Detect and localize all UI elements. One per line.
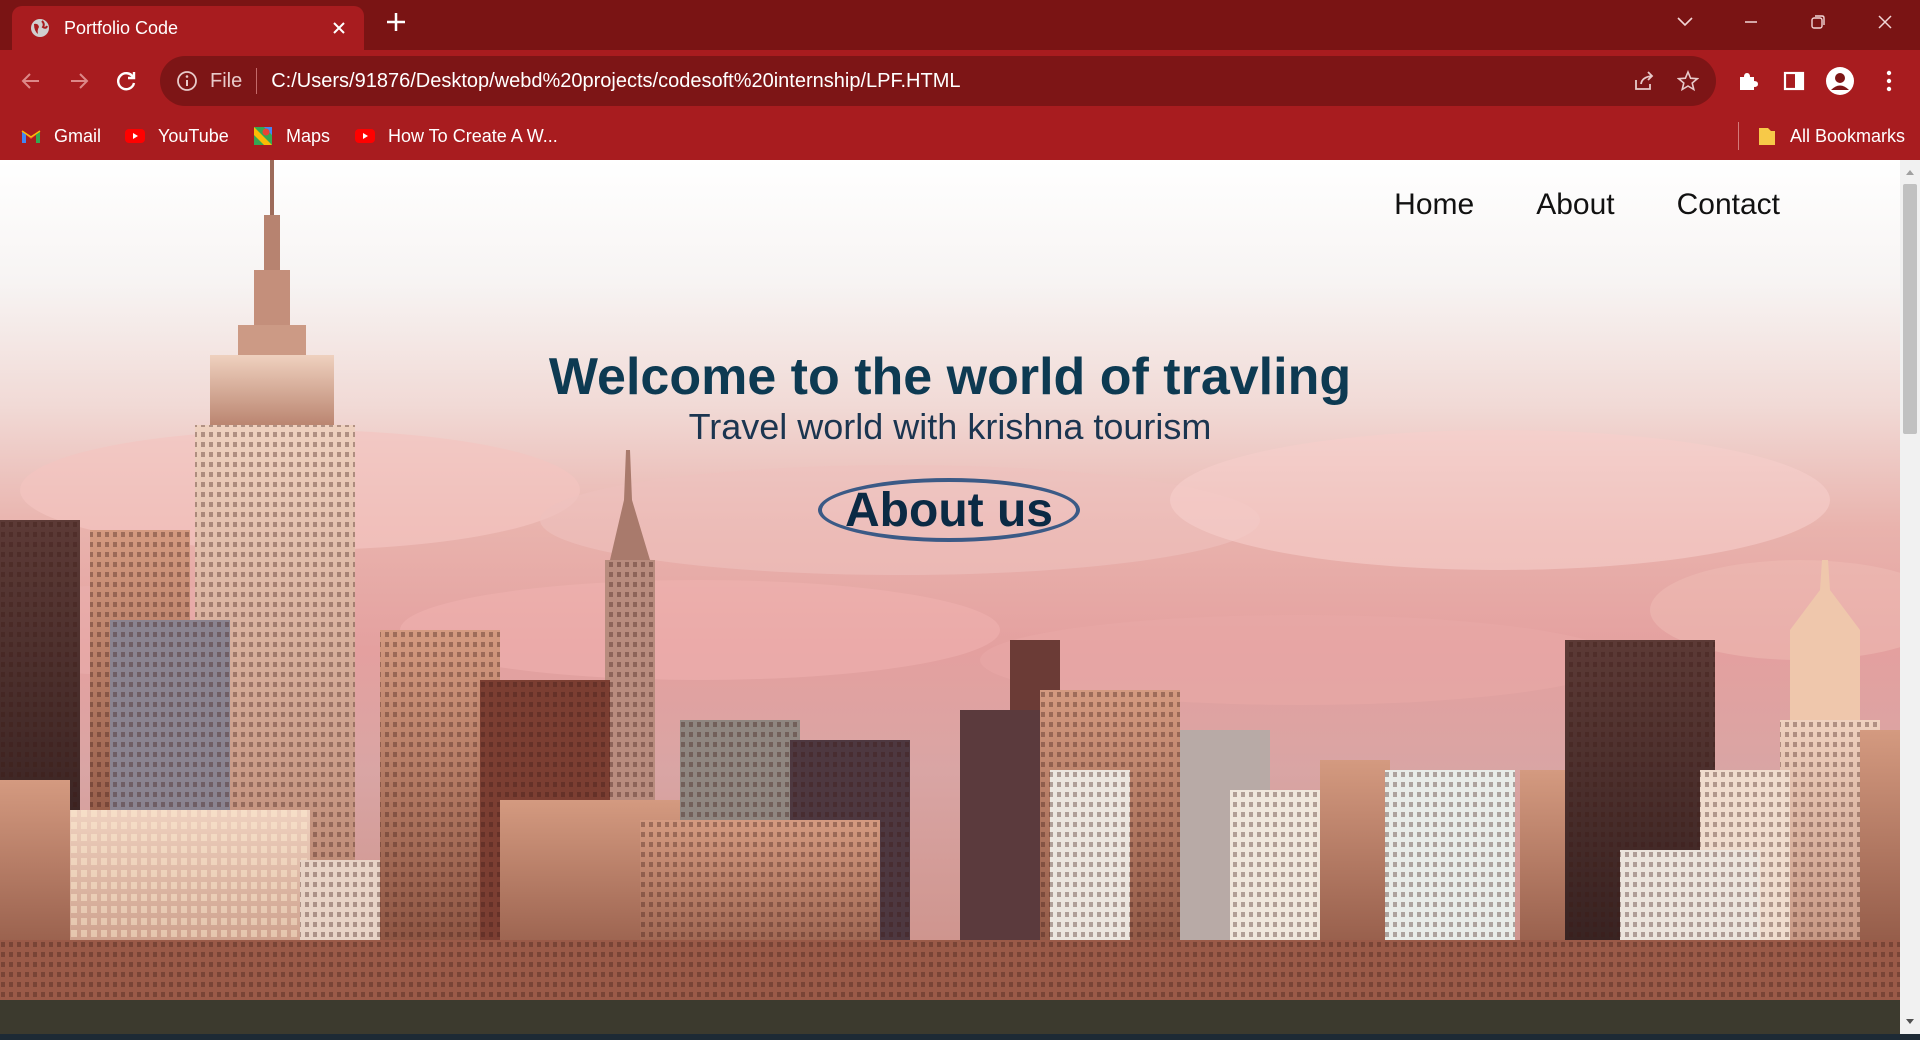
all-bookmarks-button[interactable]: All Bookmarks — [1756, 120, 1905, 152]
browser-tab[interactable]: Portfolio Code — [12, 6, 364, 50]
youtube-icon — [355, 129, 375, 143]
close-window-button[interactable] — [1852, 0, 1918, 44]
gmail-icon — [21, 130, 41, 143]
new-tab-button[interactable] — [380, 10, 412, 42]
restore-button[interactable] — [1785, 0, 1851, 44]
tab-title: Portfolio Code — [64, 17, 179, 38]
folder-icon — [1759, 128, 1775, 145]
arrow-left-icon — [21, 73, 39, 89]
globe-icon — [31, 19, 49, 37]
share-icon — [1635, 71, 1654, 90]
all-bookmarks-label: All Bookmarks — [1790, 125, 1906, 146]
scheme-label: File — [210, 69, 243, 92]
address-bar[interactable]: File C:/Users/91876/Desktop/webd%20proje… — [160, 56, 1716, 106]
browser-toolbar: File C:/Users/91876/Desktop/webd%20proje… — [0, 50, 1920, 112]
page-scrollbar[interactable] — [1900, 160, 1920, 1034]
bookmark-gmail[interactable]: Gmail — [20, 120, 101, 152]
page-bottom-strip — [0, 1034, 1920, 1040]
bookmarks-bar: Gmail YouTube Maps How To Create A W... … — [0, 112, 1920, 160]
bookmark-youtube[interactable]: YouTube — [124, 120, 229, 152]
address-separator — [256, 68, 258, 94]
minimize-icon — [1745, 21, 1757, 23]
bookmark-maps[interactable]: Maps — [252, 120, 330, 152]
nav-home-link[interactable]: Home — [1394, 188, 1474, 222]
side-panel-button[interactable] — [1777, 64, 1811, 98]
url-text[interactable]: C:/Users/91876/Desktop/webd%20projects/c… — [271, 70, 1622, 93]
chevron-down-icon — [1677, 17, 1693, 27]
about-us-button[interactable]: About us — [818, 478, 1080, 542]
maps-icon — [254, 127, 272, 145]
close-tab-icon[interactable] — [328, 17, 350, 39]
bookmarks-separator — [1738, 122, 1739, 150]
hero-title: Welcome to the world of travling — [548, 348, 1352, 406]
extensions-button[interactable] — [1731, 64, 1765, 98]
reload-icon — [117, 72, 136, 91]
close-icon — [1878, 15, 1892, 29]
star-icon — [1677, 70, 1699, 92]
avatar-icon — [1826, 67, 1854, 95]
youtube-icon — [125, 129, 145, 143]
reload-button[interactable] — [107, 62, 145, 100]
kebab-menu-icon — [1886, 70, 1892, 92]
menu-button[interactable] — [1872, 64, 1906, 98]
nav-about-link[interactable]: About — [1536, 188, 1614, 222]
hero-subtitle: Travel world with krishna tourism — [688, 406, 1212, 447]
bookmark-star-button[interactable] — [1666, 59, 1710, 103]
bookmark-label: Maps — [286, 125, 331, 146]
minimize-button[interactable] — [1718, 0, 1784, 44]
tab-search-button[interactable] — [1652, 0, 1718, 44]
bookmark-label: How To Create A W... — [388, 125, 558, 146]
info-icon[interactable] — [176, 70, 198, 92]
top-nav: Home About Contact — [1394, 188, 1780, 222]
bookmark-how-to-create[interactable]: How To Create A W... — [354, 120, 558, 152]
arrow-right-icon — [71, 73, 89, 89]
plus-icon — [387, 13, 405, 31]
profile-button[interactable] — [1823, 64, 1857, 98]
scroll-up-icon[interactable] — [1904, 166, 1916, 178]
nav-contact-link[interactable]: Contact — [1677, 188, 1780, 222]
scroll-down-icon[interactable] — [1904, 1016, 1916, 1028]
city-skyline-background — [0, 160, 1900, 1034]
scrollbar-thumb[interactable] — [1903, 184, 1917, 434]
side-panel-icon — [1783, 71, 1805, 91]
browser-titlebar: Portfolio Code — [0, 0, 1920, 50]
bookmark-label: Gmail — [54, 125, 102, 146]
forward-button[interactable] — [60, 62, 98, 100]
puzzle-icon — [1740, 73, 1758, 90]
restore-icon — [1811, 15, 1825, 29]
bookmark-label: YouTube — [158, 125, 229, 146]
page-viewport: Home About Contact Welcome to the world … — [0, 160, 1900, 1034]
back-button[interactable] — [12, 62, 50, 100]
share-button[interactable] — [1622, 59, 1666, 103]
